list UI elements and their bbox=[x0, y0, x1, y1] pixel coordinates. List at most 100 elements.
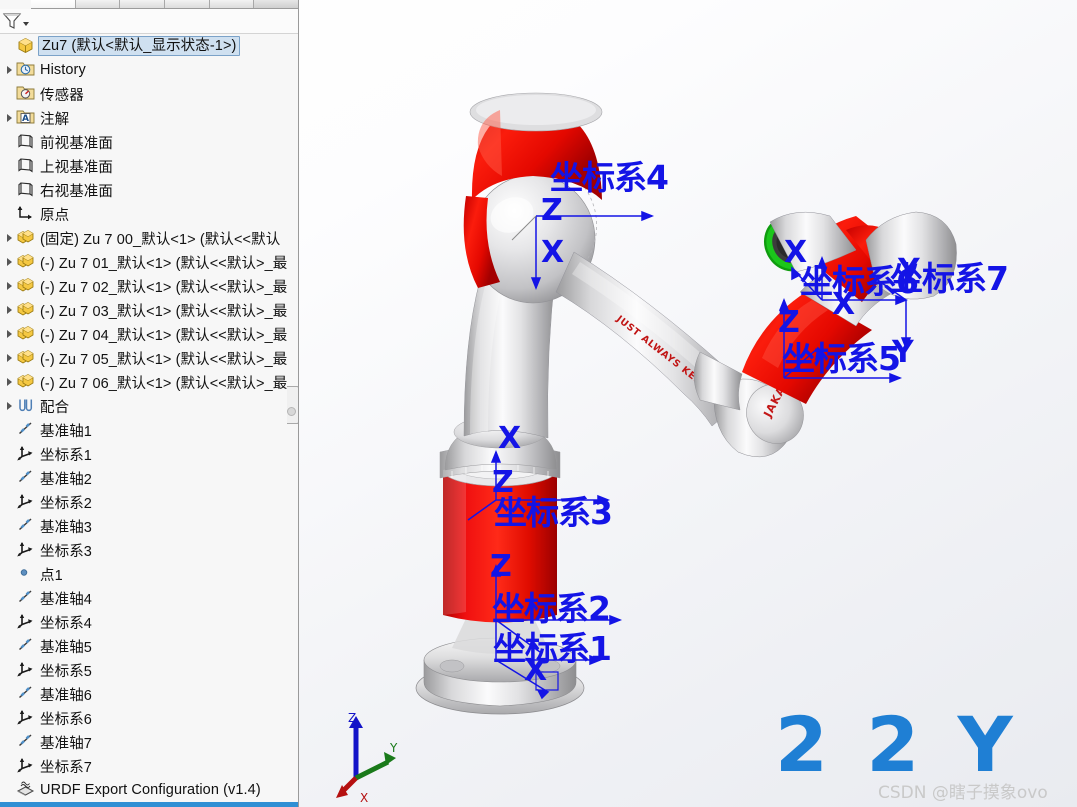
feature-manager-panel: Zu7 (默认<默认_显示状态-1>) History 传感器 A 注解 前视基… bbox=[0, 0, 299, 807]
tree-item-label: History bbox=[40, 62, 86, 78]
filter-dropdown-caret[interactable] bbox=[23, 22, 29, 26]
tree-item-label: 坐标系5 bbox=[40, 663, 92, 680]
tree-item-6[interactable]: 原点 bbox=[0, 202, 298, 226]
handwritten-note: 2 2 Y bbox=[775, 700, 1019, 789]
tree-item-4[interactable]: 上视基准面 bbox=[0, 154, 298, 178]
tree-item-expander[interactable] bbox=[2, 58, 16, 82]
tree-item-label: (-) Zu 7 05_默认<1> (默认<<默认>_最 bbox=[40, 351, 288, 368]
panel-tab-strip[interactable] bbox=[31, 0, 299, 9]
tree-item-24[interactable]: 基准轴5 bbox=[0, 634, 298, 658]
tree-list[interactable]: Zu7 (默认<默认_显示状态-1>) History 传感器 A 注解 前视基… bbox=[0, 34, 298, 802]
filter-funnel-icon[interactable] bbox=[2, 12, 22, 30]
tree-item-5[interactable]: 右视基准面 bbox=[0, 178, 298, 202]
annotation-cs4-axis-z: Z bbox=[541, 193, 563, 228]
tree-item-19[interactable]: 基准轴3 bbox=[0, 514, 298, 538]
tree-item-3[interactable]: 前视基准面 bbox=[0, 130, 298, 154]
cs6-triad bbox=[791, 255, 909, 306]
tree-item-spacer bbox=[2, 418, 16, 442]
tree-filter-bar[interactable] bbox=[0, 9, 298, 34]
tree-item-25[interactable]: 坐标系5 bbox=[0, 658, 298, 682]
tree-item-spacer bbox=[2, 442, 16, 466]
tab-property-manager[interactable] bbox=[76, 0, 121, 8]
tab-dimxpert-manager[interactable] bbox=[165, 0, 210, 8]
tree-item-expander[interactable] bbox=[2, 322, 16, 346]
svg-text:Y: Y bbox=[389, 741, 398, 755]
tree-item-spacer bbox=[2, 82, 16, 106]
tree-item-label: 上视基准面 bbox=[40, 159, 113, 176]
tab-overflow[interactable] bbox=[254, 0, 299, 8]
part-icon bbox=[16, 252, 38, 272]
tree-item-16[interactable]: 坐标系1 bbox=[0, 442, 298, 466]
svg-text:X: X bbox=[360, 791, 368, 805]
tree-item-20[interactable]: 坐标系3 bbox=[0, 538, 298, 562]
part-icon bbox=[16, 372, 38, 392]
tree-item-29[interactable]: 坐标系7 bbox=[0, 754, 298, 778]
tree-item-expander[interactable] bbox=[2, 370, 16, 394]
point-icon bbox=[16, 564, 38, 584]
tree-item-12[interactable]: (-) Zu 7 05_默认<1> (默认<<默认>_最 bbox=[0, 346, 298, 370]
tree-item-label: 基准轴4 bbox=[40, 591, 92, 608]
tree-item-spacer bbox=[2, 514, 16, 538]
tree-item-15[interactable]: 基准轴1 bbox=[0, 418, 298, 442]
tree-root-item[interactable]: Zu7 (默认<默认_显示状态-1>) bbox=[0, 34, 298, 58]
tree-item-spacer bbox=[2, 658, 16, 682]
tree-item-9[interactable]: (-) Zu 7 02_默认<1> (默认<<默认>_最 bbox=[0, 274, 298, 298]
tree-item-label: 前视基准面 bbox=[40, 135, 113, 152]
tree-item-expander[interactable] bbox=[2, 226, 16, 250]
part-icon bbox=[16, 300, 38, 320]
annotation-cs5-axis-y: Y bbox=[892, 335, 914, 370]
svg-text:Z: Z bbox=[348, 711, 356, 725]
tree-item-28[interactable]: 基准轴7 bbox=[0, 730, 298, 754]
annotation-cs5-axis-z: Z bbox=[778, 305, 800, 340]
tree-item-label: 点1 bbox=[40, 567, 63, 584]
tab-configuration-manager[interactable] bbox=[120, 0, 166, 8]
panel-resize-edge[interactable] bbox=[287, 386, 298, 424]
tab-display-manager[interactable] bbox=[210, 0, 255, 8]
tree-item-27[interactable]: 坐标系6 bbox=[0, 706, 298, 730]
tree-item-spacer bbox=[2, 154, 16, 178]
annotation-cs7-axis-x: X bbox=[784, 235, 808, 270]
tree-item-expander[interactable] bbox=[2, 106, 16, 130]
tree-item-label: 基准轴1 bbox=[40, 423, 92, 440]
cs2-triad bbox=[490, 563, 623, 653]
tree-item-14[interactable]: 配合 bbox=[0, 394, 298, 418]
tree-item-18[interactable]: 坐标系2 bbox=[0, 490, 298, 514]
tree-item-17[interactable]: 基准轴2 bbox=[0, 466, 298, 490]
tree-item-2[interactable]: A 注解 bbox=[0, 106, 298, 130]
tree-item-22[interactable]: 基准轴4 bbox=[0, 586, 298, 610]
tree-item-11[interactable]: (-) Zu 7 04_默认<1> (默认<<默认>_最 bbox=[0, 322, 298, 346]
tree-item-0[interactable]: History bbox=[0, 58, 298, 82]
tree-item-1[interactable]: 传感器 bbox=[0, 82, 298, 106]
tree-item-26[interactable]: 基准轴6 bbox=[0, 682, 298, 706]
tree-item-21[interactable]: 点1 bbox=[0, 562, 298, 586]
annotation-cs1-label: 坐标系1 bbox=[493, 629, 612, 668]
tree-item-23[interactable]: 坐标系4 bbox=[0, 610, 298, 634]
annotation-cs2-axis-z: Z bbox=[490, 549, 512, 584]
root-expander[interactable] bbox=[2, 34, 16, 58]
annotation-cs4-axis-x: X bbox=[541, 235, 565, 270]
tree-item-label: 坐标系6 bbox=[40, 711, 92, 728]
tree-item-label: 坐标系4 bbox=[40, 615, 92, 632]
tree-item-expander[interactable] bbox=[2, 346, 16, 370]
panel-splitter-handle[interactable] bbox=[287, 407, 296, 416]
annotation-cs6-label: 坐标系6 bbox=[800, 262, 919, 301]
coordinate-system-icon bbox=[16, 756, 38, 776]
tree-item-30[interactable]: URDF Export Configuration (v1.4) bbox=[0, 778, 298, 802]
tree-item-spacer bbox=[2, 466, 16, 490]
tree-item-label: 坐标系7 bbox=[40, 759, 92, 776]
tree-item-7[interactable]: (固定) Zu 7 00_默认<1> (默认<<默认 bbox=[0, 226, 298, 250]
tree-item-spacer bbox=[2, 178, 16, 202]
tree-item-label: (-) Zu 7 01_默认<1> (默认<<默认>_最 bbox=[40, 255, 288, 272]
tree-item-expander[interactable] bbox=[2, 394, 16, 418]
tree-item-13[interactable]: (-) Zu 7 06_默认<1> (默认<<默认>_最 bbox=[0, 370, 298, 394]
tab-feature-manager[interactable] bbox=[31, 0, 76, 8]
tree-item-expander[interactable] bbox=[2, 274, 16, 298]
tree-item-expander[interactable] bbox=[2, 298, 16, 322]
tree-item-spacer bbox=[2, 562, 16, 586]
tree-item-label: 坐标系2 bbox=[40, 495, 92, 512]
tree-item-expander[interactable] bbox=[2, 250, 16, 274]
cs5-triad bbox=[778, 297, 903, 384]
axis-icon bbox=[16, 468, 38, 488]
tree-item-8[interactable]: (-) Zu 7 01_默认<1> (默认<<默认>_最 bbox=[0, 250, 298, 274]
tree-item-10[interactable]: (-) Zu 7 03_默认<1> (默认<<默认>_最 bbox=[0, 298, 298, 322]
